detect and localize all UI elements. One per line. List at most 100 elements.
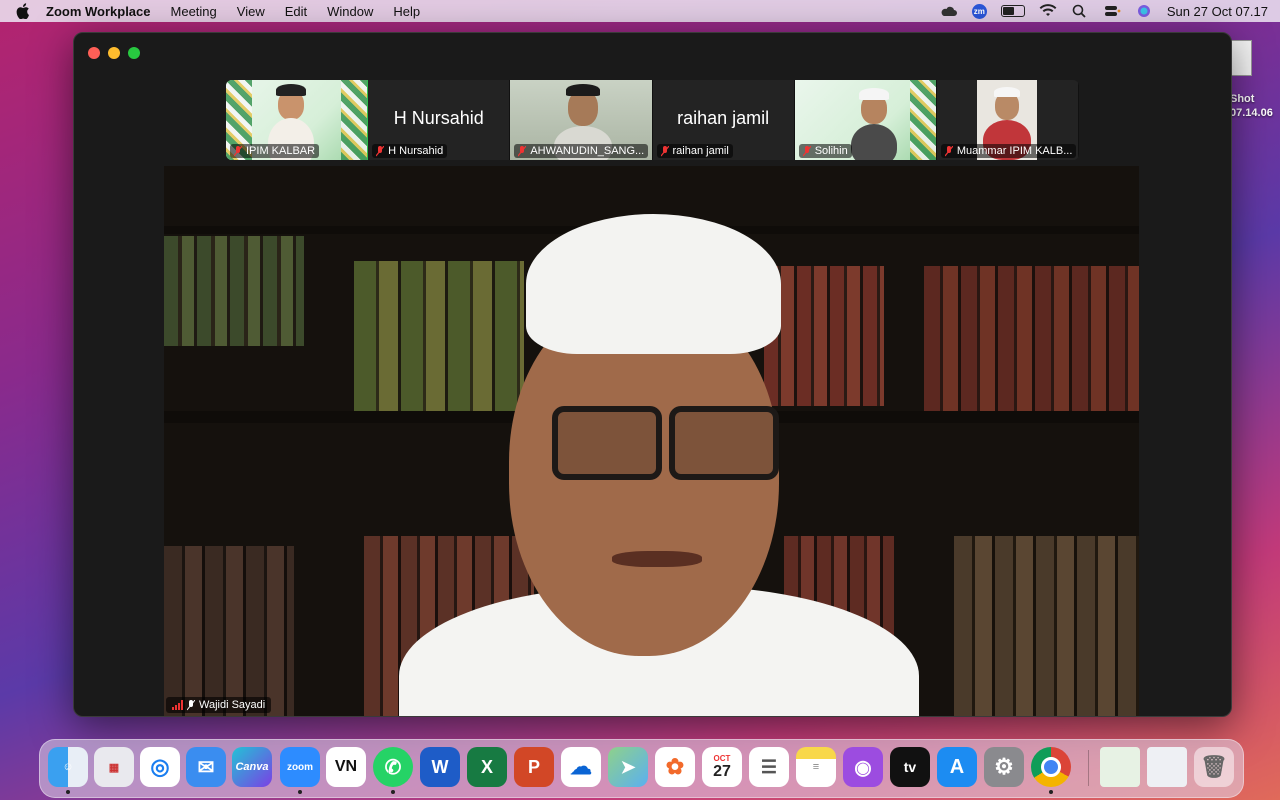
excel-icon[interactable]: X <box>467 747 507 787</box>
participant-namebar: Solihin <box>798 144 852 158</box>
running-indicator <box>1049 790 1053 794</box>
active-speaker-name: Wajidi Sayadi <box>199 699 266 711</box>
participant-name: AHWANUDIN_SANG... <box>530 145 645 157</box>
apple-tv-icon[interactable]: tv <box>890 747 930 787</box>
network-signal-icon <box>172 700 183 710</box>
calendar-month: OCT <box>713 753 731 763</box>
battery-icon[interactable] <box>1000 5 1025 17</box>
participant-tile[interactable]: IPIM KALBAR <box>226 80 369 160</box>
speaker-glasses-right <box>669 406 779 480</box>
bookshelf-books <box>164 546 294 716</box>
menu-app-name[interactable]: Zoom Workplace <box>46 4 151 19</box>
participant-tile[interactable]: H Nursahid H Nursahid <box>368 80 511 160</box>
zoom-icon[interactable]: zoom <box>280 747 320 787</box>
trash-icon[interactable]: 🗑 <box>1194 747 1234 787</box>
participant-tile[interactable]: AHWANUDIN_SANG... <box>510 80 653 160</box>
control-center-icon[interactable] <box>1103 4 1121 18</box>
siri-icon[interactable] <box>1135 4 1153 18</box>
muted-microphone-icon <box>234 145 242 156</box>
maps-icon[interactable]: ➤ <box>608 747 648 787</box>
whatsapp-icon[interactable]: ✆ <box>373 747 413 787</box>
safari-icon[interactable]: ◎ <box>140 747 180 787</box>
desktop-file-label[interactable]: Shot 07.14.06 <box>1230 92 1280 120</box>
wifi-icon[interactable] <box>1039 4 1057 18</box>
apple-tv-label: tv <box>903 759 917 775</box>
recent-document-icon[interactable] <box>1100 747 1140 787</box>
menu-meeting[interactable]: Meeting <box>171 4 217 19</box>
canva-label: Canva <box>235 761 269 773</box>
podcasts-icon[interactable]: ◉ <box>843 747 883 787</box>
menubar-clock[interactable]: Sun 27 Oct 07.17 <box>1167 4 1268 19</box>
menu-view[interactable]: View <box>237 4 265 19</box>
calendar-icon[interactable]: OCT 27 <box>702 747 742 787</box>
participant-tile[interactable]: Solihin <box>794 80 937 160</box>
app-store-icon[interactable]: A <box>937 747 977 787</box>
speaker-mouth <box>612 551 702 567</box>
participant-cap <box>858 88 889 100</box>
recent-document-icon[interactable] <box>1147 747 1187 787</box>
muted-microphone-icon <box>518 145 527 156</box>
notes-icon[interactable]: ≡ <box>796 747 836 787</box>
desktop-file-label-line2: 07.14.06 <box>1230 107 1273 119</box>
muted-microphone-icon <box>802 145 811 156</box>
apple-icon[interactable] <box>16 3 30 19</box>
powerpoint-icon[interactable]: P <box>514 747 554 787</box>
bookshelf-books <box>924 266 1139 416</box>
menu-edit[interactable]: Edit <box>285 4 307 19</box>
window-fullscreen-button[interactable] <box>128 47 140 59</box>
reminders-icon[interactable]: ☰ <box>749 747 789 787</box>
active-speaker-video[interactable]: Wajidi Sayadi <box>164 166 1139 716</box>
menu-window[interactable]: Window <box>327 4 373 19</box>
active-speaker-namebar: Wajidi Sayadi <box>166 697 272 713</box>
microphone-icon <box>187 699 195 710</box>
word-label: W <box>431 756 449 777</box>
spotlight-search-icon[interactable] <box>1071 4 1089 18</box>
window-close-button[interactable] <box>88 47 100 59</box>
participant-namebar: H Nursahid <box>372 144 448 158</box>
window-minimize-button[interactable] <box>108 47 120 59</box>
calendar-day: 27 <box>713 762 731 780</box>
finder-icon[interactable]: ☺ <box>48 747 88 787</box>
launchpad-icon[interactable]: ▦ <box>94 747 134 787</box>
canva-icon[interactable]: Canva <box>232 747 272 787</box>
participant-tile[interactable]: raihan jamil raihan jamil <box>652 80 795 160</box>
zoom-menubar-icon[interactable]: zm <box>971 3 987 19</box>
system-settings-icon[interactable]: ⚙ <box>984 747 1024 787</box>
zoom-meeting-window: IPIM KALBAR H Nursahid H Nursahid AHWANU… <box>73 32 1232 717</box>
bookshelf-books <box>764 266 884 406</box>
participant-name: raihan jamil <box>672 145 729 157</box>
participant-display-name: raihan jamil <box>677 108 770 128</box>
participant-cap <box>276 84 306 96</box>
running-indicator <box>391 790 395 794</box>
photos-icon[interactable]: ✿ <box>655 747 695 787</box>
creative-cloud-icon[interactable] <box>940 4 958 18</box>
participant-namebar: IPIM KALBAR <box>230 144 320 158</box>
participant-namebar: AHWANUDIN_SANG... <box>514 144 649 158</box>
dock: ☺ ▦ ◎ ✉ Canva zoom VN ✆ W X P ☁ ➤ ✿ OCT … <box>39 739 1244 798</box>
running-indicator <box>66 790 70 794</box>
chrome-center <box>1041 757 1061 777</box>
bookshelf-books <box>354 261 524 411</box>
mail-icon[interactable]: ✉ <box>186 747 226 787</box>
speaker-glasses-left <box>552 406 662 480</box>
participant-tile[interactable]: Muammar IPIM KALB... <box>936 80 1079 160</box>
dock-separator <box>1088 750 1089 786</box>
vn-label: VN <box>334 758 358 775</box>
menu-bar: Zoom Workplace Meeting View Edit Window … <box>0 0 1280 22</box>
muted-microphone-icon <box>660 145 669 156</box>
poster-pattern <box>341 80 368 160</box>
participant-namebar: Muammar IPIM KALB... <box>940 144 1077 158</box>
bookshelf-books <box>164 236 304 346</box>
excel-label: X <box>480 756 493 777</box>
participant-name: Solihin <box>814 145 848 157</box>
chrome-icon[interactable] <box>1031 747 1071 787</box>
participant-strip: IPIM KALBAR H Nursahid H Nursahid AHWANU… <box>226 80 1079 160</box>
onedrive-icon[interactable]: ☁ <box>561 747 601 787</box>
muted-microphone-icon <box>376 145 385 156</box>
vn-icon[interactable]: VN <box>326 747 366 787</box>
participant-display-name: H Nursahid <box>393 108 484 128</box>
participant-name: IPIM KALBAR <box>246 145 316 157</box>
menu-help[interactable]: Help <box>393 4 420 19</box>
participant-body <box>850 124 897 160</box>
word-icon[interactable]: W <box>420 747 460 787</box>
